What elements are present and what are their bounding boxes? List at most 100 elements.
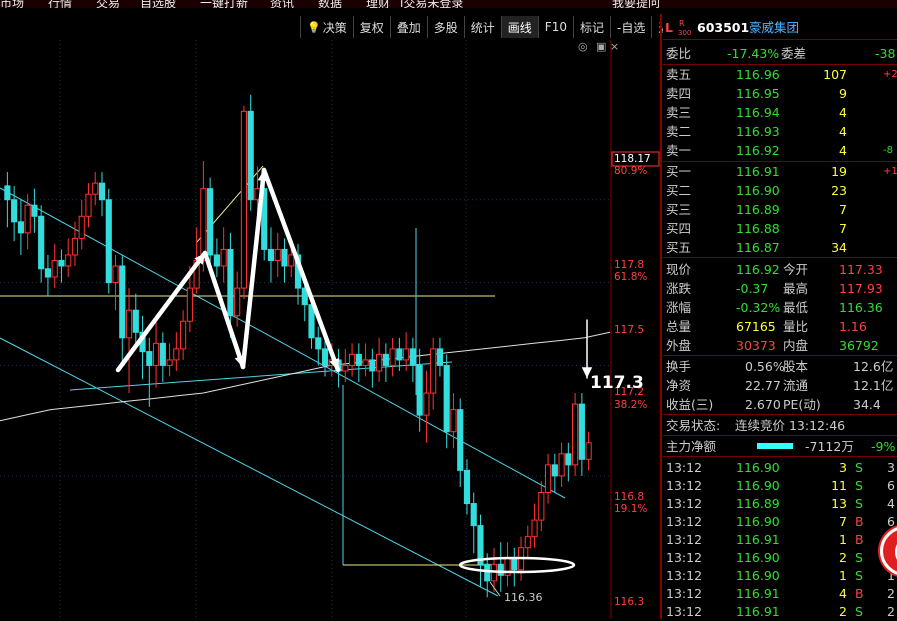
quote-label: 涨跌 <box>666 281 692 296</box>
candle-body <box>538 491 545 521</box>
tick-time: 13:12 <box>666 586 703 601</box>
tick-row: 13:12116.911B1 <box>663 530 897 549</box>
price-axis-label-9: 116.3 <box>614 596 644 608</box>
menu-item-3[interactable]: 自选股 <box>140 0 176 8</box>
fundamental-label: 收益(三) <box>666 397 714 412</box>
candle-body <box>98 182 106 201</box>
menu-item-6[interactable]: 数据 <box>318 0 342 8</box>
toolbar-overlay-button[interactable]: 叠加 <box>389 16 427 38</box>
tick-volume: 13 <box>831 496 847 511</box>
tick-row: 13:12 116.91 2 S 2 <box>663 602 897 621</box>
fundamental-value: 2.670 <box>745 397 781 412</box>
tick-extra: 2 <box>887 586 895 601</box>
toolbar-decision-button[interactable]: 💡 决策 <box>300 16 353 38</box>
candle-body <box>112 265 119 284</box>
price-axis-label-0: 118.17 <box>614 153 651 165</box>
bid-volume: 7 <box>839 221 847 236</box>
tick-side: S <box>855 550 863 565</box>
toolbar-draw-line-button[interactable]: 画线 <box>500 16 538 38</box>
toolbar-label: F10 <box>544 20 567 34</box>
menu-item-9[interactable]: 我要提问 <box>612 0 660 8</box>
toolbar-label: 标记 <box>579 20 604 35</box>
candle-body <box>51 259 58 278</box>
toolbar-statistics-button[interactable]: 统计 <box>463 16 501 38</box>
menu-item-4[interactable]: 一键打新 <box>200 0 248 8</box>
candle-body <box>31 204 38 217</box>
main-flow-label: 主力净额 <box>666 439 717 454</box>
candle-body <box>281 248 288 267</box>
tick-volume: 4 <box>839 586 847 601</box>
fundamental-value-2: 34.4 <box>853 397 881 412</box>
candle-body <box>382 353 389 366</box>
quote-value: 67165 <box>736 319 776 334</box>
tick-side: B <box>855 586 864 601</box>
menu-item-8[interactable]: i交易未登录 <box>400 0 463 8</box>
tick-row: 13:12 116.90 7 B 6 <box>663 512 897 531</box>
tick-side: S <box>855 478 863 493</box>
toolbar-label: -自选 <box>616 20 646 35</box>
bid-price: 116.90 <box>736 183 780 198</box>
ask-row-1: 卖一 116.92 4 -8 <box>663 141 897 160</box>
ask-change: +2 <box>883 69 897 80</box>
tick-row: 13:12 116.90 11 S 6 <box>663 476 897 495</box>
quote-value: 30373 <box>736 338 776 353</box>
menu-item-2[interactable]: 交易 <box>96 0 120 8</box>
order-diff-value: -38 <box>875 46 896 61</box>
tick-price: 116.90 <box>736 568 780 583</box>
toolbar-mark-button[interactable]: 标记 <box>572 16 610 38</box>
candle-body <box>484 563 491 582</box>
candle-body <box>78 215 85 239</box>
bid-label: 买四 <box>666 221 692 236</box>
candle-body <box>227 248 234 317</box>
menu-item-5[interactable]: 资讯 <box>270 0 294 8</box>
candle-body <box>92 182 99 195</box>
ask-row-5: 卖五 116.96 107 +2 <box>663 65 897 84</box>
candle-body <box>416 364 423 416</box>
bid-label: 买一 <box>666 164 692 179</box>
tick-volume: 1 <box>839 568 847 583</box>
ask-row-3: 卖三 116.94 4 <box>663 103 897 122</box>
menu-item-7[interactable]: 理财 <box>366 0 390 8</box>
candle-body <box>531 519 538 538</box>
candle-body <box>342 364 349 372</box>
tick-row: 13:12 116.89 13 S 4 <box>663 494 897 513</box>
fundamental-label-2: PE(动) <box>783 397 821 412</box>
candle-body <box>146 351 153 366</box>
toolbar-multi-stock-button[interactable]: 多股 <box>426 16 464 38</box>
toolbar-remove-favorite-button[interactable]: -自选 <box>609 16 651 38</box>
bid-volume: 19 <box>831 164 847 179</box>
ask-price: 116.96 <box>736 67 780 82</box>
quote-value: -0.32% <box>736 300 781 315</box>
bid-row-2: 买二 116.90 23 <box>663 181 897 200</box>
candle-body <box>436 348 444 366</box>
bid-change: +1 <box>883 166 897 177</box>
tick-side: S <box>855 568 863 583</box>
candle-body <box>558 453 565 477</box>
price-axis-label-8: 19.1% <box>614 503 647 515</box>
quote-label: 现价 <box>666 262 692 277</box>
candle-body <box>585 442 592 460</box>
tick-extra: 2 <box>887 604 895 619</box>
ask-volume: 4 <box>839 124 847 139</box>
menu-item-0[interactable]: 市场 <box>0 0 24 8</box>
price-chart[interactable]: 118.1780.9%117.861.8%117.5117.238.2%116.… <box>0 40 660 619</box>
stock-name: 豪威集团 <box>749 20 800 35</box>
toolbar-restore-rights-button[interactable]: 复权 <box>352 16 390 38</box>
candle-body <box>348 353 356 366</box>
candle-body <box>389 348 396 366</box>
candle-body <box>423 392 430 416</box>
fundamental-value: 0.56% <box>745 359 785 374</box>
candle-body <box>511 558 518 571</box>
candle-body <box>17 221 24 234</box>
tick-extra: 3 <box>887 460 895 475</box>
bid-row-3: 买三 116.89 7 <box>663 200 897 219</box>
candle-body <box>220 248 227 267</box>
quote-value-2: 36792 <box>839 338 879 353</box>
main-flow-bar <box>757 443 793 449</box>
candle-body <box>321 348 329 366</box>
candle-body <box>578 403 585 460</box>
ticks-divider <box>663 456 897 457</box>
menu-item-1[interactable]: 行情 <box>48 0 72 8</box>
toolbar-f10-button[interactable]: F10 <box>537 16 573 38</box>
tick-row: 13:12 116.90 3 S 3 <box>663 458 897 477</box>
